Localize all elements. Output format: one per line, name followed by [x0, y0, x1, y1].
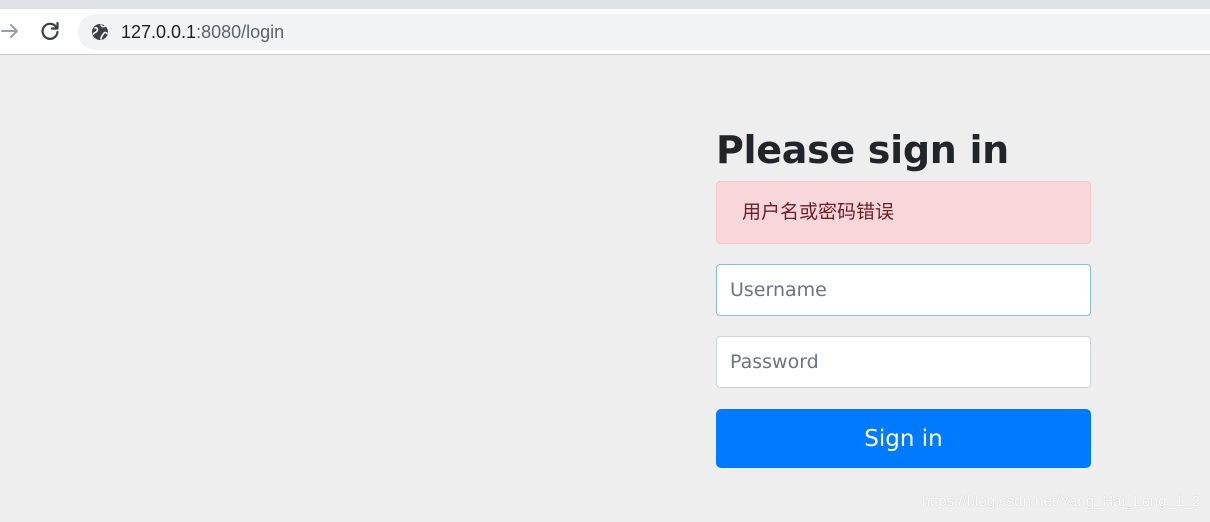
password-input[interactable]	[716, 336, 1091, 388]
address-bar[interactable]: 127.0.0.1:8080/login	[78, 14, 1210, 50]
url-host: 127.0.0.1	[121, 22, 197, 42]
forward-button[interactable]	[0, 17, 22, 45]
error-alert: 用户名或密码错误	[716, 181, 1091, 244]
watermark-text: https://blog.csdn.net/Yang_Hai_Long_1_2	[921, 493, 1200, 510]
reload-icon	[41, 21, 59, 40]
browser-toolbar: 127.0.0.1:8080/login	[0, 9, 1210, 55]
username-input[interactable]	[716, 264, 1091, 316]
tab-strip	[0, 0, 1210, 9]
reload-button[interactable]	[38, 17, 62, 45]
url-text[interactable]: 127.0.0.1:8080/login	[121, 21, 284, 43]
url-path: :8080/login	[196, 22, 285, 42]
sign-in-button[interactable]: Sign in	[716, 409, 1091, 468]
globe-icon[interactable]	[91, 23, 109, 41]
arrow-right-icon	[1, 24, 18, 38]
page-title: Please sign in	[716, 128, 1009, 172]
